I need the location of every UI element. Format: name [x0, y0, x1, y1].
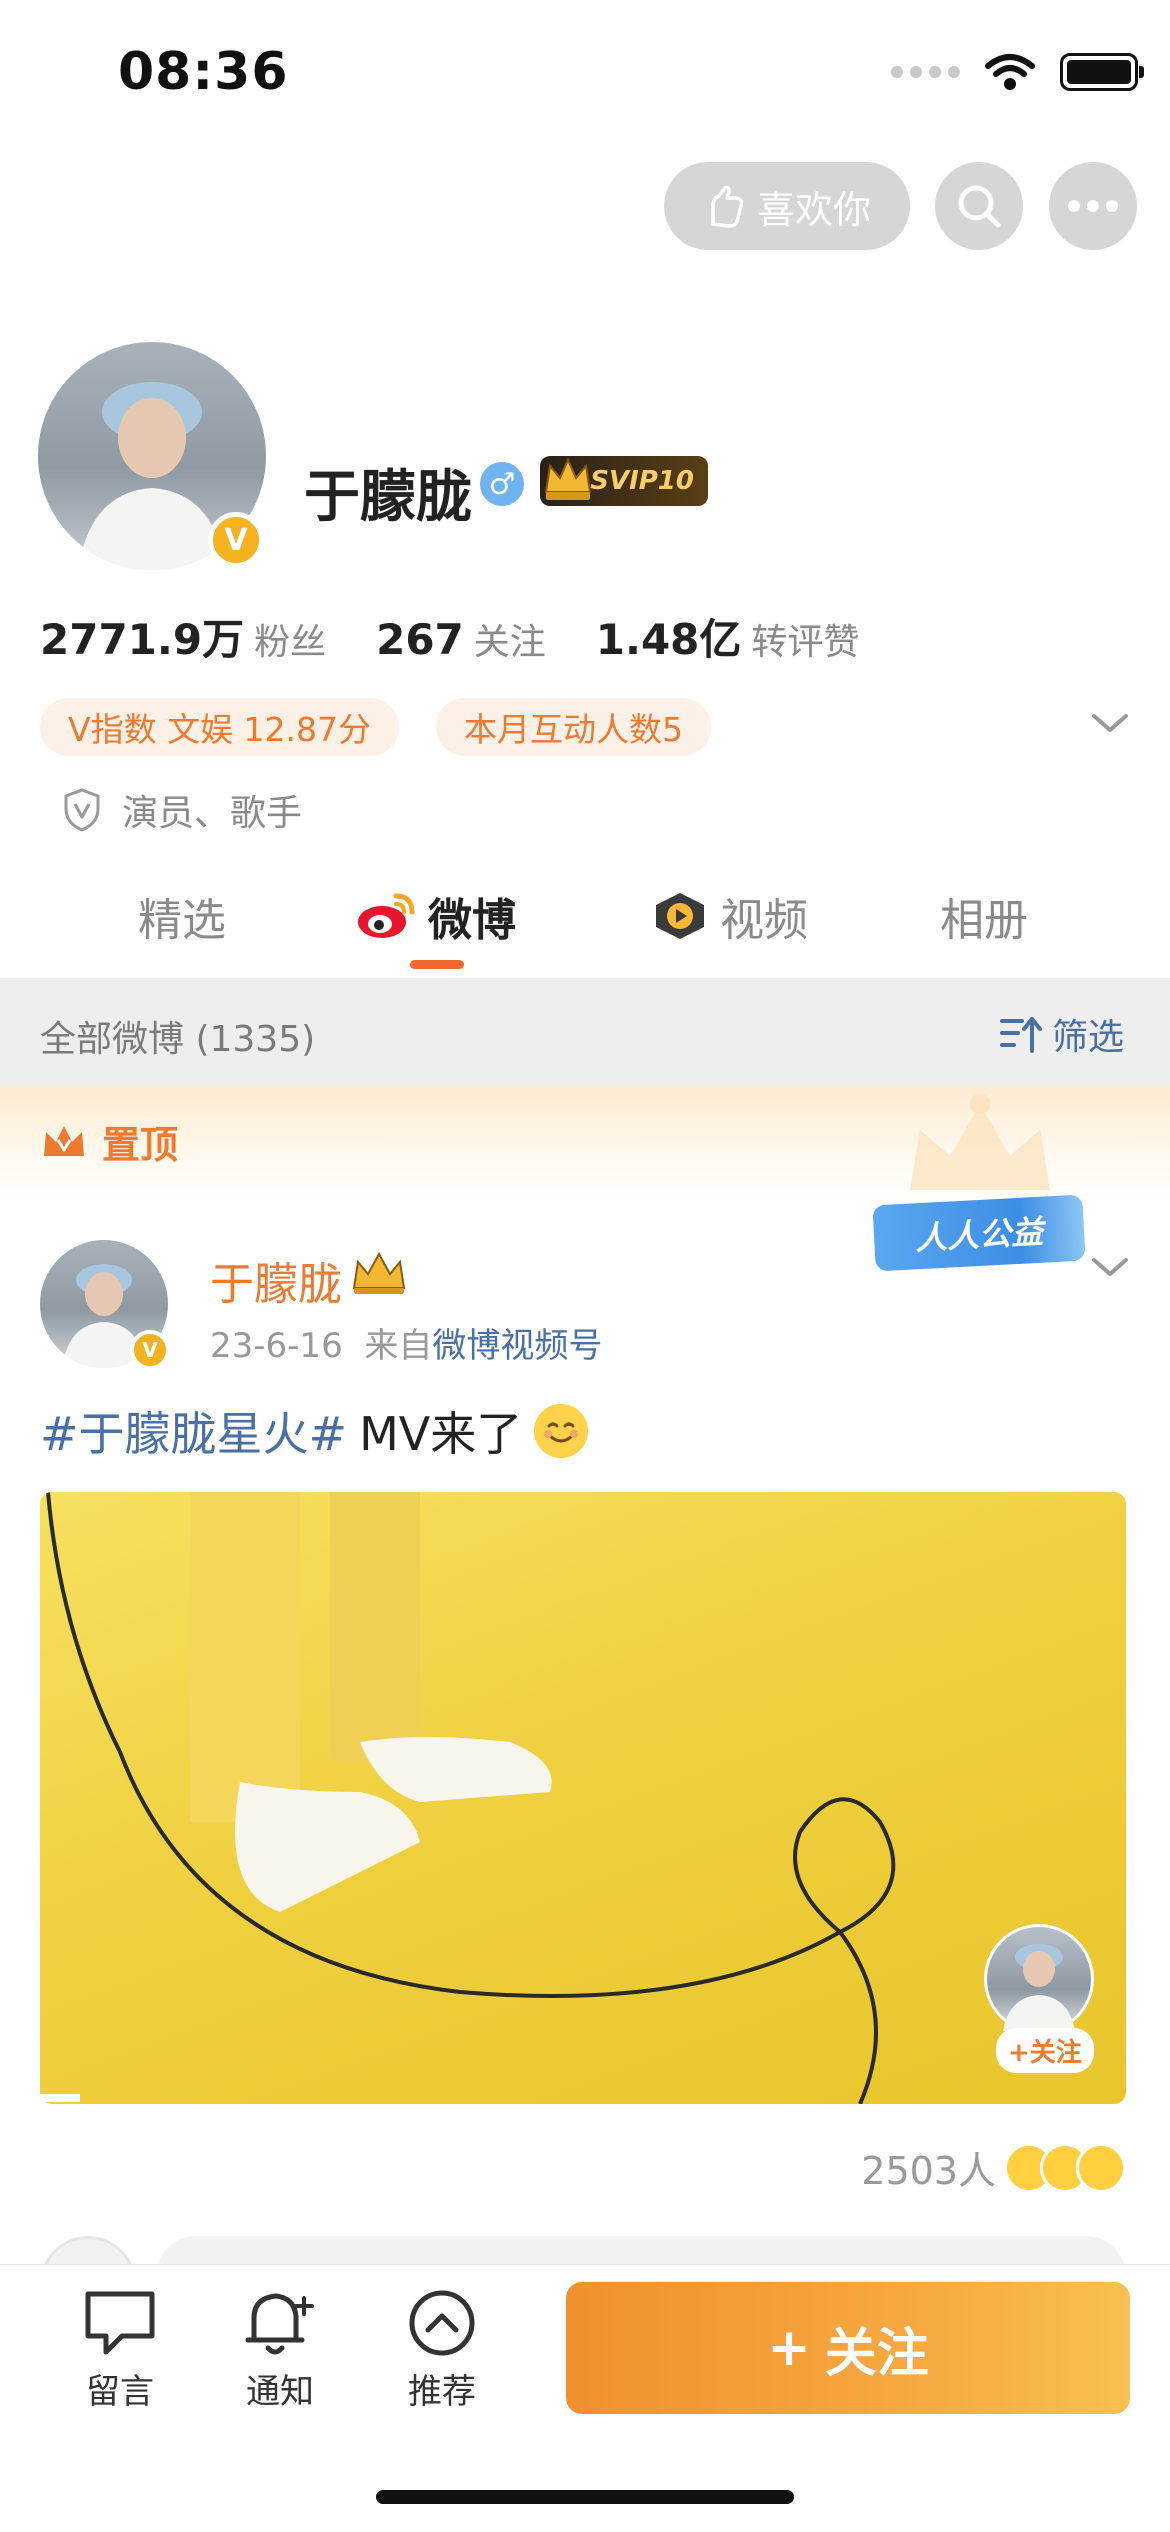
pinned-label-row: 置顶 [40, 1114, 178, 1169]
filter-button[interactable]: 筛选 [999, 1008, 1124, 1060]
v-index-tag[interactable]: V指数 文娱 12.87分 [40, 698, 400, 756]
post-video[interactable] [40, 1492, 1126, 2104]
post-body: MV来了 [359, 1407, 523, 1461]
charity-badge[interactable]: 人人公益 [872, 1194, 1086, 1272]
chat-bubble-icon [85, 2291, 155, 2355]
profile-stats: 2771.9万 粉丝 267 关注 1.48亿 转评赞 [40, 606, 909, 667]
tab-album-label: 相册 [940, 895, 1028, 946]
smile-emoji-icon [534, 1404, 589, 1458]
followers-count[interactable]: 2771.9万 [40, 606, 244, 667]
follow-button[interactable]: + 关注 [566, 2282, 1130, 2414]
follow-label: 关注 [824, 2323, 929, 2384]
shield-v-icon [64, 788, 100, 832]
following-count[interactable]: 267 [376, 615, 464, 664]
tab-album[interactable]: 相册 [940, 884, 1028, 948]
more-icon [1068, 200, 1118, 212]
engagement-label: 转评赞 [751, 622, 860, 663]
crown-icon [44, 1125, 84, 1156]
bell-plus-icon [245, 2293, 314, 2355]
profile-name: 于朦胧 [304, 465, 472, 530]
wifi-icon [985, 54, 1035, 90]
video-badge-icon [656, 893, 704, 939]
all-posts-count: 全部微博 (1335) [40, 1019, 316, 1060]
video-thumbnail-image [46, 1492, 896, 2104]
chevron-down-icon[interactable] [1090, 1256, 1130, 1280]
hand-heart-icon [711, 185, 744, 228]
plus-icon: + [767, 2318, 811, 2378]
crown-watermark-icon [910, 1094, 1050, 1190]
status-time: 08:36 [118, 42, 289, 102]
recommend-label: 推荐 [408, 2372, 476, 2412]
video-author-avatar[interactable] [984, 1924, 1094, 2034]
filter-icon [999, 1017, 1042, 1053]
post-source-link[interactable]: 微博视频号 [432, 1326, 602, 1366]
chevron-up-circle-icon [409, 2290, 475, 2356]
tab-weibo[interactable]: 微博 [356, 884, 516, 948]
signal-icon [891, 66, 960, 78]
person-silhouette-icon [1003, 1944, 1075, 2031]
tab-featured[interactable]: 精选 [138, 884, 226, 948]
notify-label: 通知 [246, 2372, 314, 2412]
battery-icon [1060, 53, 1144, 91]
reactions-row[interactable]: 2503人 [861, 2140, 1126, 2195]
crown-icon [352, 1251, 406, 1294]
verified-badge: V [130, 1330, 170, 1370]
male-icon: ♂ [480, 462, 524, 506]
post-date: 23-6-16 [210, 1326, 343, 1366]
post-author-name[interactable]: 于朦胧 [210, 1248, 342, 1312]
search-icon [958, 185, 1001, 228]
pinned-label: 置顶 [102, 1123, 179, 1167]
tab-featured-label: 精选 [138, 895, 226, 946]
home-indicator[interactable] [376, 2490, 794, 2504]
following-label[interactable]: 关注 [474, 613, 546, 665]
tab-weibo-label: 微博 [428, 895, 516, 946]
tab-video-label: 视频 [720, 895, 808, 946]
like-you-button[interactable]: 喜欢你 [664, 162, 910, 250]
recommend-button[interactable]: 推荐 [382, 2288, 502, 2413]
more-button[interactable] [1049, 162, 1137, 250]
followers-label[interactable]: 粉丝 [254, 613, 326, 665]
post-hashtag[interactable]: #于朦胧星火# [40, 1398, 347, 1464]
chevron-down-icon[interactable] [1090, 712, 1130, 736]
engagement-count: 1.48亿 [595, 615, 742, 664]
profession-text: 演员、歌手 [122, 793, 303, 834]
message-label: 留言 [86, 2372, 154, 2412]
active-tab-indicator [410, 960, 464, 969]
status-icons [891, 52, 1144, 92]
post-meta: 23-6-16 来自微博视频号 [210, 1318, 602, 1367]
search-button[interactable] [935, 162, 1023, 250]
notify-button[interactable]: 通知 [220, 2288, 340, 2413]
like-you-label: 喜欢你 [756, 187, 871, 232]
message-button[interactable]: 留言 [60, 2288, 180, 2413]
weibo-logo-icon [358, 893, 415, 938]
verified-badge: V [208, 512, 264, 568]
reaction-emoji-icons [1004, 2142, 1126, 2193]
tab-video[interactable]: 视频 [652, 884, 808, 948]
crown-icon [544, 457, 592, 500]
post-text: #于朦胧星火# MV来了 [40, 1398, 589, 1464]
reaction-count: 2503人 [861, 2149, 996, 2193]
filter-label: 筛选 [1051, 1017, 1124, 1058]
monthly-interaction-tag[interactable]: 本月互动人数5 [436, 698, 711, 756]
video-progress [40, 2094, 80, 2102]
profession-row: 演员、歌手 [62, 784, 302, 836]
video-follow-button[interactable]: +关注 [996, 2028, 1094, 2073]
post-source-prefix: 来自 [364, 1326, 433, 1366]
